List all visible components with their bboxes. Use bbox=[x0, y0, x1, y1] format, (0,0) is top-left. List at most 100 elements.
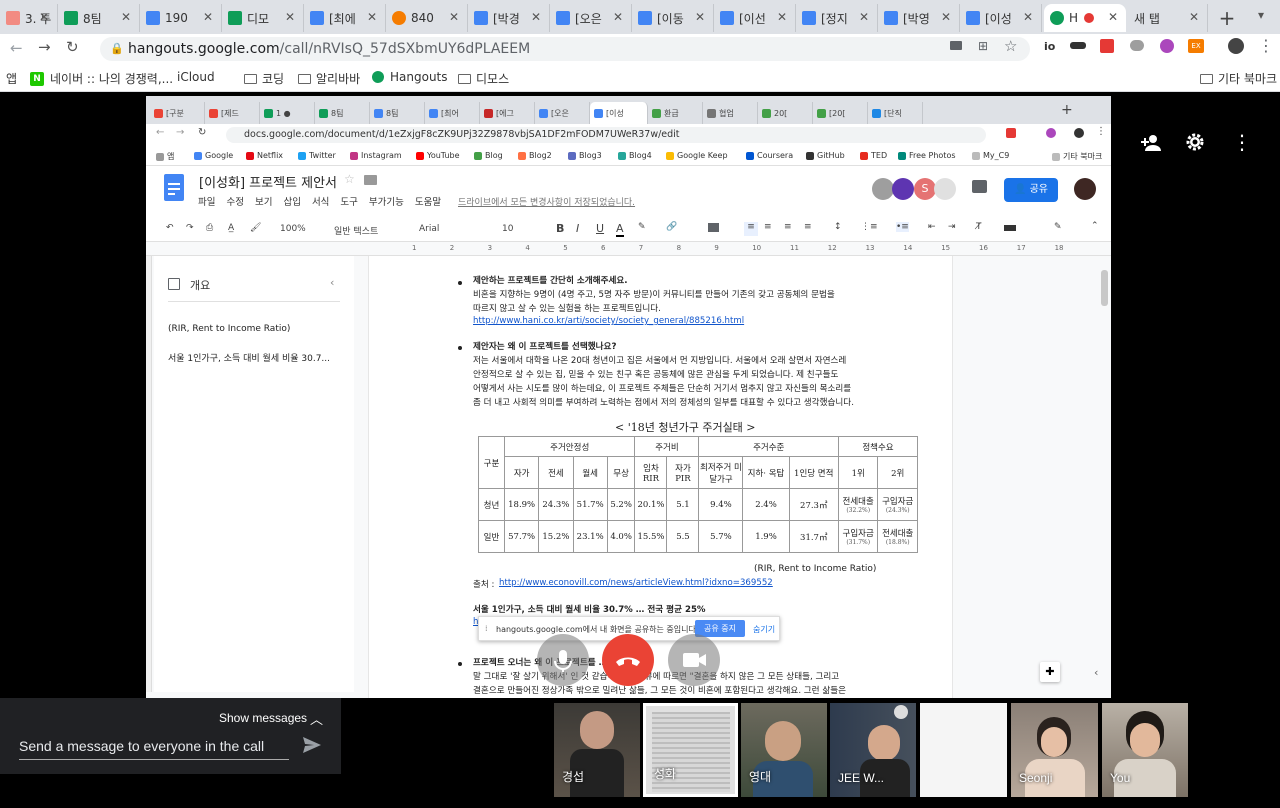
browser-tab[interactable]: 8팀 ✕ bbox=[58, 4, 140, 32]
close-icon[interactable]: ✕ bbox=[1108, 10, 1118, 24]
table-cell: 15.5% bbox=[634, 520, 668, 553]
close-icon[interactable]: ✕ bbox=[695, 10, 705, 24]
profile-avatar[interactable] bbox=[1228, 38, 1244, 54]
reload-icon[interactable]: ↻ bbox=[66, 38, 79, 56]
browser-tab[interactable]: [이선 ✕ bbox=[714, 4, 796, 32]
end-call-button[interactable] bbox=[602, 634, 654, 686]
close-icon[interactable]: ✕ bbox=[39, 10, 49, 24]
editing-mode-icon: ✎ bbox=[1054, 222, 1062, 232]
browser-tab[interactable]: [정지 ✕ bbox=[796, 4, 878, 32]
camera-icon[interactable] bbox=[950, 41, 962, 50]
bookmark-other[interactable]: 기타 북마크 bbox=[1200, 70, 1277, 87]
underline-icon: U bbox=[596, 222, 605, 235]
close-icon[interactable]: ✕ bbox=[531, 10, 541, 24]
extension-cloud-icon[interactable] bbox=[1130, 40, 1144, 51]
bookmark-naver[interactable]: N 네이버 :: 나의 경쟁력,... bbox=[30, 70, 173, 87]
close-icon[interactable]: ✕ bbox=[449, 10, 459, 24]
browser-tab[interactable]: [최에 ✕ bbox=[304, 4, 386, 32]
mute-microphone-button[interactable] bbox=[537, 634, 589, 686]
chevron-up-icon[interactable]: ︿ bbox=[310, 709, 323, 728]
paragraph-line: 좀 더 내고 사회적 의미를 부여하려 노력하는 점에서 저의 정체성의 일부를… bbox=[473, 398, 854, 408]
table-cell: 5.2% bbox=[606, 488, 636, 521]
docs-icon bbox=[802, 11, 816, 25]
new-tab-plus-icon[interactable]: + bbox=[1214, 6, 1240, 30]
hang-up-icon bbox=[616, 657, 640, 666]
menu-edit: 수정 bbox=[226, 197, 244, 208]
chevron-down-icon[interactable]: ▾ bbox=[1258, 8, 1264, 22]
browser-tab-active[interactable]: H ✕ bbox=[1044, 4, 1126, 32]
extension-circle-icon[interactable] bbox=[1160, 39, 1174, 53]
participant-tile[interactable] bbox=[920, 703, 1007, 797]
star-icon[interactable]: ☆ bbox=[1004, 37, 1017, 55]
participant-tile[interactable]: 경섭 bbox=[554, 703, 640, 797]
bookmark-coding[interactable]: 코딩 bbox=[244, 70, 284, 87]
browser-tab[interactable]: [이성 ✕ bbox=[960, 4, 1042, 32]
browser-toolbar: ← → ↻ 🔒 hangouts.google.com/call/nRVIsQ_… bbox=[0, 34, 1280, 64]
browser-tab[interactable]: 새 탭 ✕ bbox=[1128, 4, 1208, 32]
settings-gear-icon[interactable] bbox=[1185, 132, 1205, 152]
close-icon[interactable]: ✕ bbox=[1023, 10, 1033, 24]
paragraph-line: 저는 서울에서 대학을 나온 20대 청년이고 집은 서울에서 먼 지방입니다.… bbox=[473, 356, 847, 366]
shared-bookmark: Blog4 bbox=[618, 151, 652, 160]
add-person-icon[interactable] bbox=[1140, 133, 1162, 153]
show-messages-toggle[interactable]: Show messages bbox=[219, 711, 307, 725]
participant-tile[interactable]: JEE W... bbox=[830, 703, 916, 797]
browser-tab[interactable]: 190 ✕ bbox=[140, 4, 222, 32]
shared-address-bar: docs.google.com/document/d/1eZxjgF8cZK9U… bbox=[226, 127, 986, 143]
paragraph-line: 따르지 않고 살 수 있는 실험을 하는 프로젝트입니다. bbox=[473, 304, 661, 314]
comment-icon bbox=[972, 180, 987, 193]
send-icon[interactable] bbox=[302, 736, 322, 754]
menu-kebab-icon[interactable]: ⋮ bbox=[1258, 36, 1274, 55]
close-icon[interactable]: ✕ bbox=[777, 10, 787, 24]
browser-tab[interactable]: [오은 ✕ bbox=[550, 4, 632, 32]
browser-tab[interactable]: 3. 투 ✕ bbox=[0, 4, 58, 32]
browser-tab[interactable]: [박경 ✕ bbox=[468, 4, 550, 32]
scrollbar-thumb bbox=[1101, 270, 1108, 306]
hangouts-icon bbox=[1050, 11, 1064, 25]
browser-tab[interactable]: 디모 ✕ bbox=[222, 4, 304, 32]
participant-tile[interactable]: 영대 bbox=[741, 703, 827, 797]
sheets-icon bbox=[228, 11, 242, 25]
bookmark-hangouts[interactable]: Hangouts bbox=[372, 70, 448, 84]
browser-tab[interactable]: [박영 ✕ bbox=[878, 4, 960, 32]
close-icon[interactable]: ✕ bbox=[613, 10, 623, 24]
toggle-camera-button[interactable] bbox=[668, 634, 720, 686]
extension-io-icon[interactable]: io bbox=[1044, 40, 1055, 53]
shared-tab: [제드 bbox=[205, 102, 260, 124]
participant-tile[interactable]: Seonji bbox=[1011, 703, 1098, 797]
participant-tile-active[interactable]: 성화 bbox=[643, 703, 738, 797]
bookmark-dimos[interactable]: 디모스 bbox=[458, 70, 509, 87]
table-cell: 24.3% bbox=[538, 488, 574, 521]
close-icon[interactable]: ✕ bbox=[941, 10, 951, 24]
browser-tab[interactable]: 840 ✕ bbox=[386, 4, 468, 32]
close-icon[interactable]: ✕ bbox=[285, 10, 295, 24]
docs-icon bbox=[310, 11, 324, 25]
forward-arrow-icon[interactable]: → bbox=[38, 38, 51, 56]
extension-ex-icon[interactable]: EX bbox=[1188, 39, 1204, 53]
translate-icon[interactable]: ⊞ bbox=[978, 39, 988, 53]
table-header: 전세 bbox=[538, 456, 574, 489]
table-title: < '18년 청년가구 주거실태 > bbox=[615, 421, 756, 434]
close-icon[interactable]: ✕ bbox=[203, 10, 213, 24]
message-input[interactable]: Send a message to everyone in the call bbox=[19, 736, 289, 760]
close-icon[interactable]: ✕ bbox=[859, 10, 869, 24]
address-bar[interactable]: 🔒 hangouts.google.com/call/nRVIsQ_57dSXb… bbox=[100, 37, 1030, 61]
back-arrow-icon[interactable]: ← bbox=[10, 39, 23, 57]
bookmark-icloud[interactable]: iCloud bbox=[172, 70, 215, 84]
shared-bookmark: Free Photos bbox=[898, 151, 956, 160]
close-icon[interactable]: ✕ bbox=[1189, 10, 1199, 24]
ruler-number: 6 bbox=[601, 244, 606, 252]
more-options-icon[interactable]: ⋮ bbox=[1232, 131, 1252, 153]
shared-bookmark: Google Keep bbox=[666, 151, 728, 160]
browser-tab[interactable]: [이동 ✕ bbox=[632, 4, 714, 32]
bookmark-alibaba[interactable]: 알리바바 bbox=[298, 70, 360, 87]
close-icon[interactable]: ✕ bbox=[121, 10, 131, 24]
docs-logo-icon bbox=[164, 174, 184, 201]
extension-red-icon[interactable] bbox=[1100, 39, 1114, 53]
table-cell: 5.5 bbox=[666, 520, 700, 553]
table-cell: 18.9% bbox=[503, 488, 540, 521]
participant-tile[interactable]: You bbox=[1102, 703, 1188, 797]
bookmark-apps[interactable]: 앱 bbox=[6, 70, 17, 87]
extension-glasses-icon[interactable] bbox=[1070, 42, 1086, 49]
close-icon[interactable]: ✕ bbox=[367, 10, 377, 24]
